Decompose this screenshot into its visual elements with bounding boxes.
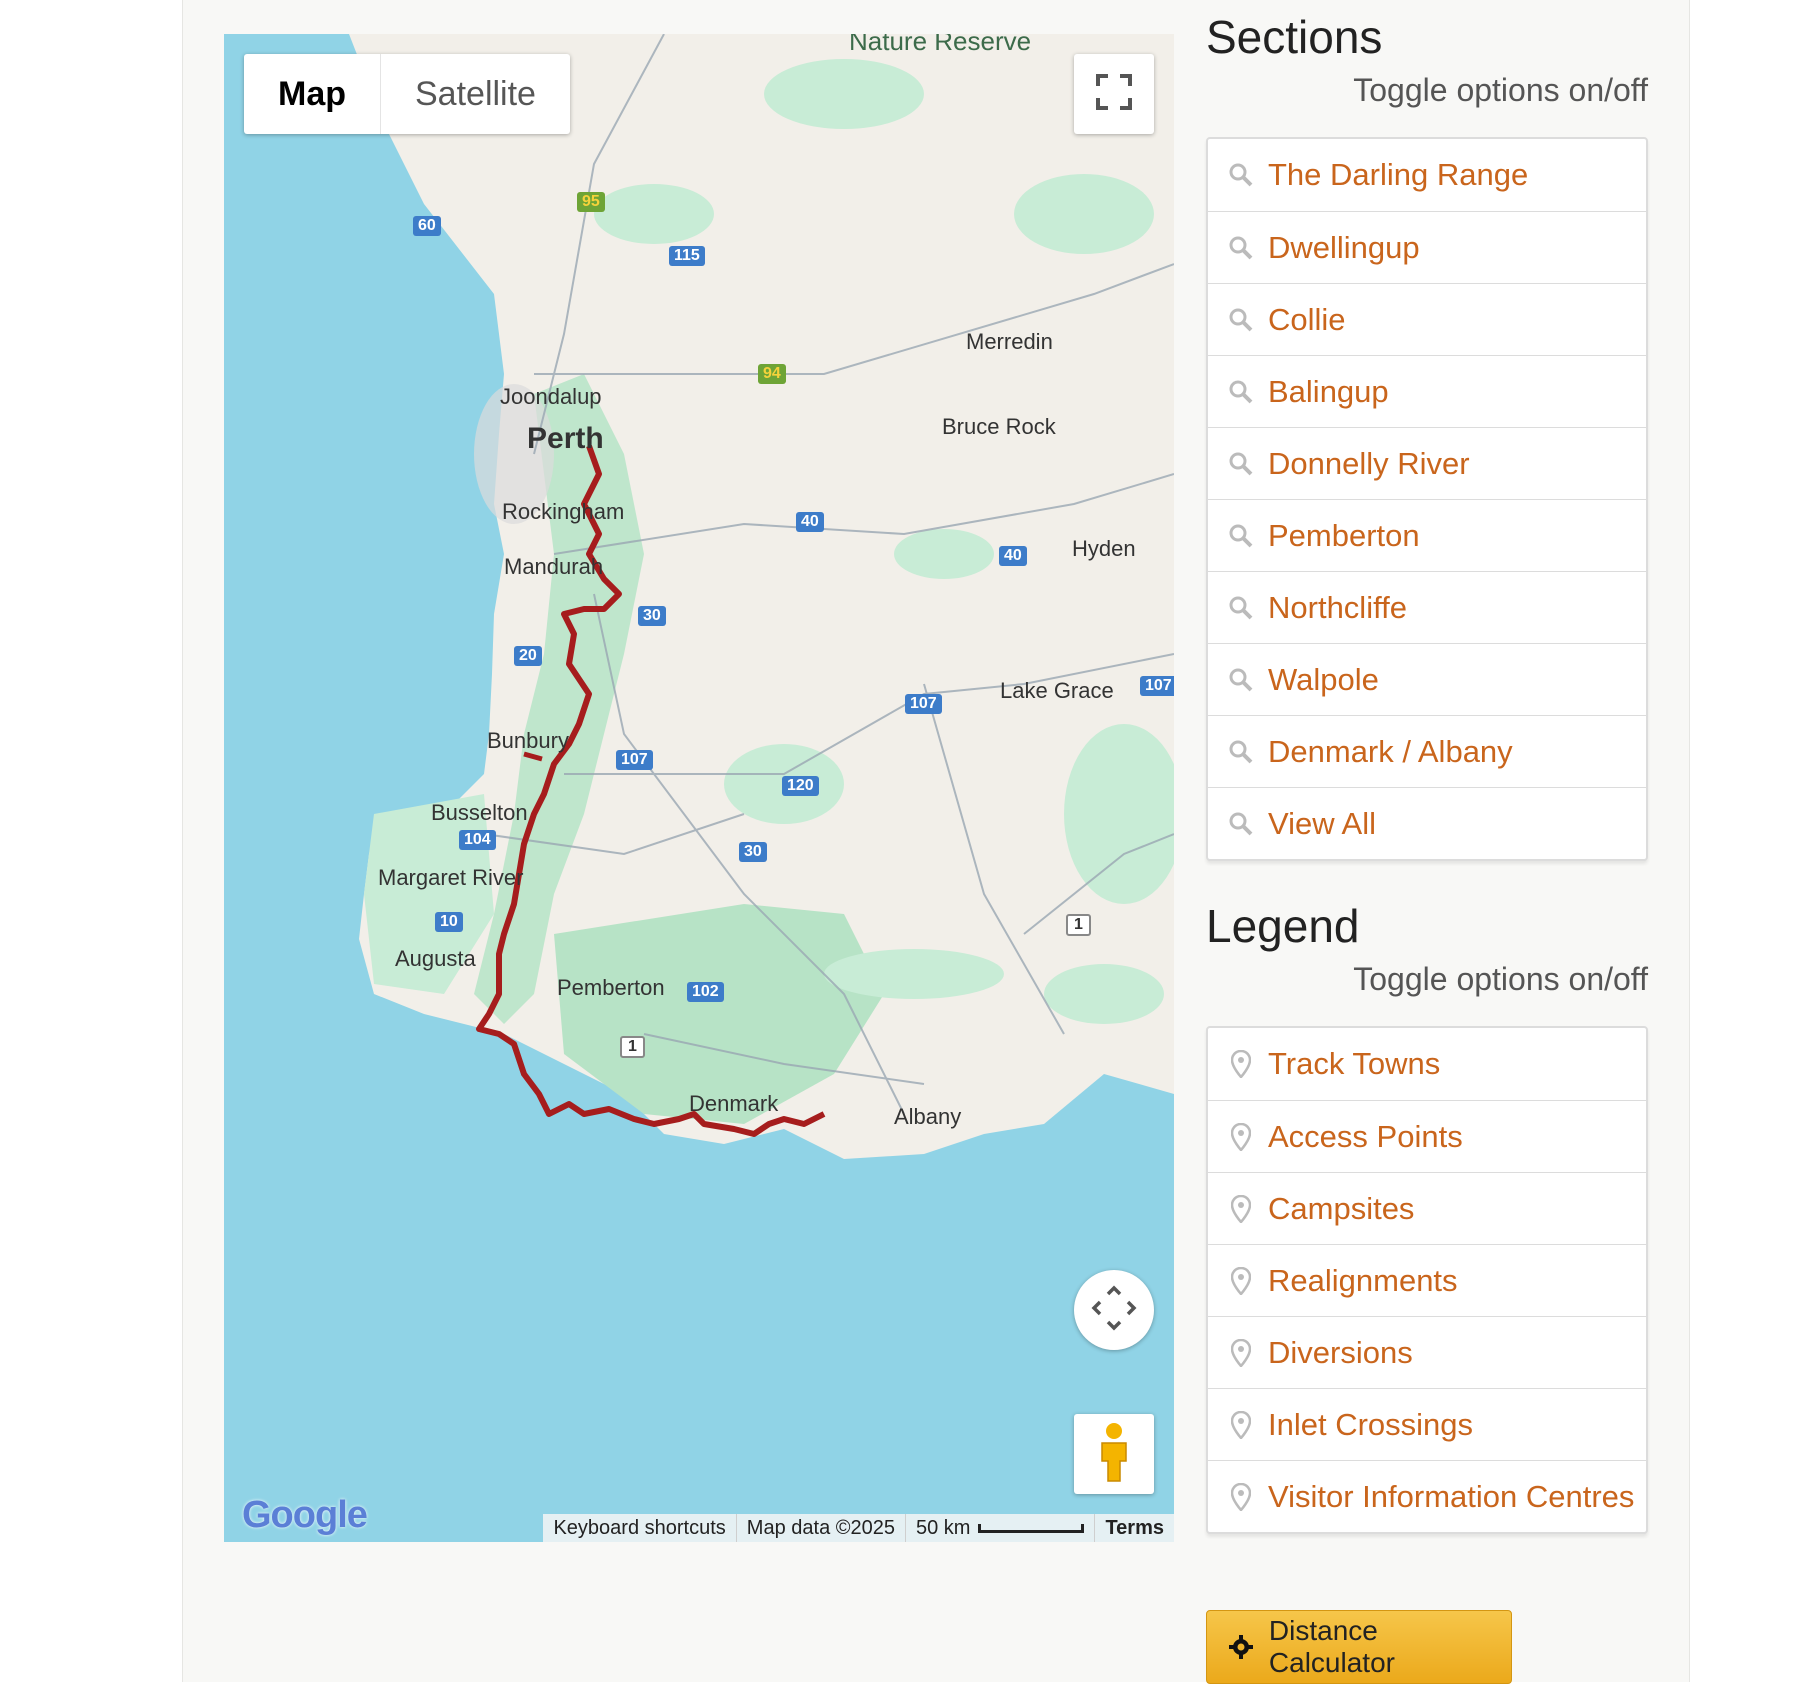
road-shield: 1 xyxy=(620,1036,645,1058)
map-pin-icon xyxy=(1226,1122,1256,1152)
terms-link[interactable]: Terms xyxy=(1094,1514,1174,1542)
legend-item[interactable]: Inlet Crossings xyxy=(1208,1388,1646,1460)
keyboard-shortcuts-link[interactable]: Keyboard shortcuts xyxy=(543,1514,735,1542)
road-shield: 107 xyxy=(905,694,942,714)
section-item[interactable]: Dwellingup xyxy=(1208,211,1646,283)
road-shield: 30 xyxy=(739,842,767,862)
legend-item[interactable]: Realignments xyxy=(1208,1244,1646,1316)
fullscreen-icon xyxy=(1094,72,1134,117)
section-label: Walpole xyxy=(1268,661,1379,697)
scale-bar[interactable]: 50 km xyxy=(904,1514,1094,1542)
map-pin-icon xyxy=(1226,1410,1256,1440)
legend-label: Inlet Crossings xyxy=(1268,1406,1474,1442)
road-shield: 60 xyxy=(413,216,441,236)
google-logo[interactable]: Google xyxy=(242,1494,368,1537)
legend-label: Campsites xyxy=(1268,1190,1415,1226)
map-pin-icon xyxy=(1226,1049,1256,1079)
map-pin-icon xyxy=(1226,1194,1256,1224)
section-item[interactable]: Northcliffe xyxy=(1208,571,1646,643)
section-label: Dwellingup xyxy=(1268,229,1420,265)
gear-icon xyxy=(1227,1633,1255,1661)
map-type-map-button[interactable]: Map xyxy=(244,54,381,134)
road-shields: 60 95 115 94 40 40 30 20 107 107 107 120… xyxy=(224,34,1174,1542)
pegman-icon xyxy=(1096,1421,1132,1488)
legend-item[interactable]: Campsites xyxy=(1208,1172,1646,1244)
section-label: Denmark / Albany xyxy=(1268,733,1513,769)
section-label: The Darling Range xyxy=(1268,157,1529,192)
road-shield: 94 xyxy=(758,364,786,384)
section-item[interactable]: Walpole xyxy=(1208,643,1646,715)
search-icon xyxy=(1226,305,1256,335)
section-item[interactable]: View All xyxy=(1208,787,1646,859)
sections-heading: Sections xyxy=(1206,11,1383,63)
road-shield: 95 xyxy=(577,192,605,212)
legend-label: Visitor Information Centres xyxy=(1268,1478,1635,1514)
legend-label: Track Towns xyxy=(1268,1046,1441,1081)
road-shield: 1 xyxy=(1066,914,1091,936)
map-view[interactable]: Nature Reserve Joondalup Perth Rockingha… xyxy=(224,34,1174,1542)
legend-list: Track Towns Access Points Campsites Realign… xyxy=(1206,1026,1648,1534)
map-pin-icon xyxy=(1226,1338,1256,1368)
legend-item[interactable]: Visitor Information Centres xyxy=(1208,1460,1646,1532)
scale-line xyxy=(978,1523,1085,1533)
search-icon xyxy=(1226,377,1256,407)
distance-calculator-button[interactable]: Distance Calculator xyxy=(1206,1610,1512,1684)
road-shield: 40 xyxy=(796,512,824,532)
section-item[interactable]: Denmark / Albany xyxy=(1208,715,1646,787)
legend-subtitle: Toggle options on/off xyxy=(1353,961,1648,997)
map-data-text: Map data ©2025 xyxy=(735,1514,905,1542)
road-shield: 104 xyxy=(459,830,496,850)
section-label: Balingup xyxy=(1268,373,1389,409)
search-icon xyxy=(1226,160,1256,190)
street-view-pegman-button[interactable] xyxy=(1074,1414,1154,1494)
search-icon xyxy=(1226,593,1256,623)
map-pin-icon xyxy=(1226,1482,1256,1512)
sidebar: Sections Toggle options on/off The Darli… xyxy=(1206,0,1648,1684)
legend-heading: Legend xyxy=(1206,900,1360,952)
road-shield: 30 xyxy=(638,606,666,626)
legend-label: Realignments xyxy=(1268,1262,1458,1298)
fullscreen-button[interactable] xyxy=(1074,54,1154,134)
google-logo-text: Google xyxy=(242,1494,368,1536)
scale-label: 50 km xyxy=(915,1517,971,1539)
map-type-control: Map Satellite xyxy=(244,54,570,134)
map-pin-icon xyxy=(1226,1266,1256,1296)
sections-list: The Darling Range Dwellingup Collie Balingu… xyxy=(1206,137,1648,861)
legend-item[interactable]: Track Towns xyxy=(1208,1028,1646,1100)
section-label: Northcliffe xyxy=(1268,589,1407,625)
map-type-satellite-button[interactable]: Satellite xyxy=(381,54,570,134)
map-attribution: Keyboard shortcuts Map data ©2025 50 km … xyxy=(543,1514,1174,1542)
section-label: Collie xyxy=(1268,301,1346,337)
search-icon xyxy=(1226,737,1256,767)
section-label: View All xyxy=(1268,805,1376,841)
section-item[interactable]: Balingup xyxy=(1208,355,1646,427)
camera-control-button[interactable] xyxy=(1074,1270,1154,1350)
road-shield: 40 xyxy=(999,546,1027,566)
section-item[interactable]: Donnelly River xyxy=(1208,427,1646,499)
legend-item[interactable]: Access Points xyxy=(1208,1100,1646,1172)
road-shield: 102 xyxy=(687,982,724,1002)
section-item[interactable]: Pemberton xyxy=(1208,499,1646,571)
road-shield: 10 xyxy=(435,912,463,932)
section-item[interactable]: The Darling Range xyxy=(1208,139,1646,211)
road-shield: 20 xyxy=(514,646,542,666)
distance-calculator-label: Distance Calculator xyxy=(1268,1615,1395,1678)
road-shield: 107 xyxy=(616,750,653,770)
search-icon xyxy=(1226,809,1256,839)
legend-item[interactable]: Diversions xyxy=(1208,1316,1646,1388)
search-icon xyxy=(1226,233,1256,263)
road-shield: 107 xyxy=(1140,676,1174,696)
search-icon xyxy=(1226,449,1256,479)
legend-label: Access Points xyxy=(1268,1118,1463,1154)
search-icon xyxy=(1226,521,1256,551)
sections-subtitle: Toggle options on/off xyxy=(1353,72,1648,108)
road-shield: 115 xyxy=(669,246,705,266)
search-icon xyxy=(1226,665,1256,695)
road-shield: 120 xyxy=(782,776,819,796)
legend-label: Diversions xyxy=(1268,1334,1413,1370)
move-arrows-icon xyxy=(1091,1285,1137,1336)
section-label: Donnelly River xyxy=(1268,445,1470,481)
section-label: Pemberton xyxy=(1268,517,1420,553)
section-item[interactable]: Collie xyxy=(1208,283,1646,355)
